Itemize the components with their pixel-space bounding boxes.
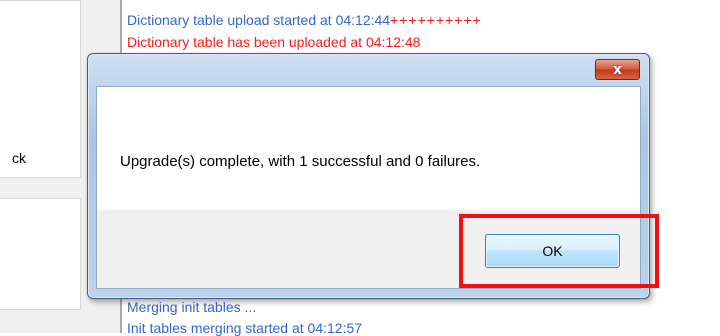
close-icon: x [612,61,623,78]
log-line-text: Dictionary table upload started at 04:12… [127,12,391,28]
left-panel: ck [0,0,83,333]
dialog-message: Upgrade(s) complete, with 1 successful a… [120,153,481,170]
log-line-suffix: ++++++++++ [390,12,482,28]
dialog-body: Upgrade(s) complete, with 1 successful a… [96,86,641,211]
left-partial-label: ck [12,150,26,166]
log-line: Merging init tables ... [127,299,257,315]
ok-button[interactable]: OK [485,234,620,268]
log-line: Dictionary table upload started at 04:12… [127,12,482,28]
log-line: Init tables merging started at 04:12:57 [127,320,363,336]
log-line: Dictionary table has been uploaded at 04… [127,34,421,50]
message-dialog: x Upgrade(s) complete, with 1 successful… [87,53,650,299]
close-button[interactable]: x [595,59,640,80]
left-lower-box [0,198,81,310]
